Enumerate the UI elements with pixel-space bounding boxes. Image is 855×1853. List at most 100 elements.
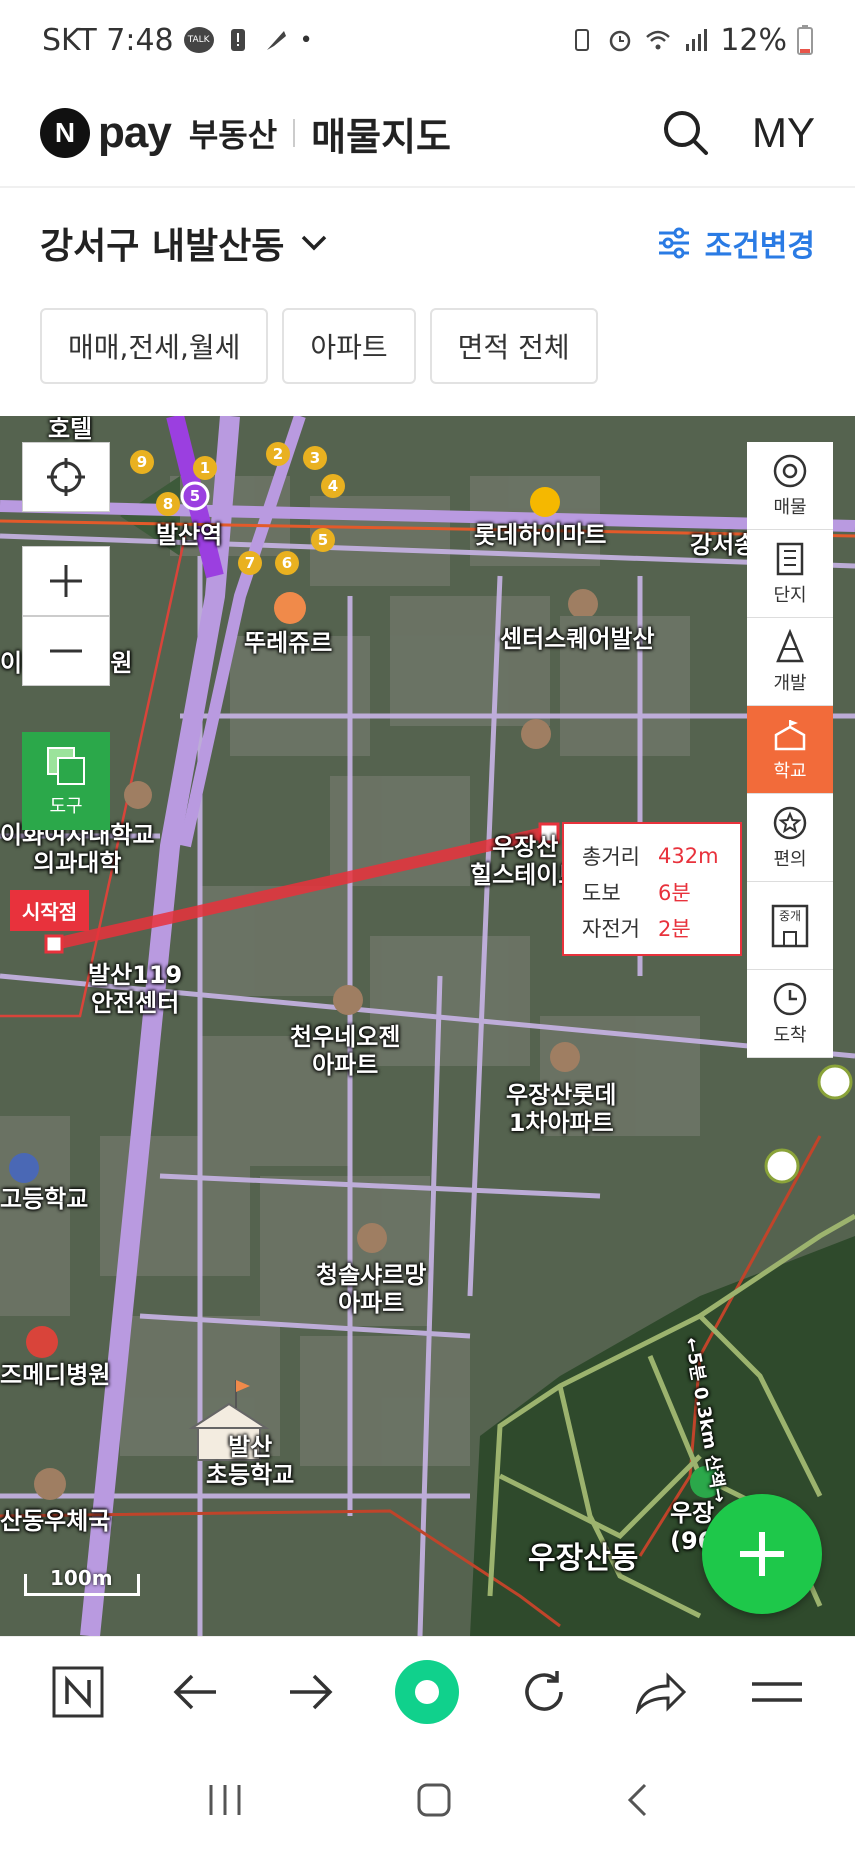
side-btn-complex[interactable]: 단지: [747, 530, 833, 618]
naver-logo[interactable]: N: [40, 108, 90, 158]
side-label-arrival: 도착: [773, 1024, 807, 1046]
arrow-left-icon: [173, 1674, 216, 1709]
label-woojang-lotte[interactable]: 우장산롯데 1차아파트: [506, 1081, 616, 1137]
green-dot-icon: [395, 1659, 460, 1724]
menu-button[interactable]: [737, 1652, 817, 1732]
search-icon[interactable]: [662, 109, 710, 157]
map-view[interactable]: 9 1 2 3 4 5 6 7 8 5 호텔 발산역 롯데하이마트 뚜레쥬르 센…: [0, 416, 855, 1636]
my-button[interactable]: MY: [752, 109, 815, 157]
plus-icon: [740, 1532, 784, 1576]
naver-n-icon: [52, 1666, 104, 1717]
side-btn-listings[interactable]: 매물: [747, 442, 833, 530]
naver-home-button[interactable]: [38, 1652, 118, 1732]
tool-label: 도구: [49, 796, 83, 817]
label-treju[interactable]: 뚜레쥬르: [244, 629, 332, 658]
side-btn-agent[interactable]: 중개: [747, 882, 833, 970]
dot-icon: •: [299, 27, 313, 53]
crosshair-icon: [47, 458, 85, 496]
label-medi-hospital[interactable]: 즈메디병원: [0, 1361, 110, 1390]
side-label-school: 학교: [773, 760, 807, 782]
school-icon: [774, 719, 806, 750]
clock-icon: [773, 982, 807, 1015]
label-balsan-station[interactable]: 발산역: [156, 521, 222, 550]
label-lotte-himart[interactable]: 롯데하이마트: [474, 521, 606, 550]
building-icon: [776, 542, 804, 575]
label-center-square[interactable]: 센터스퀘어발산: [500, 625, 655, 654]
forward-button[interactable]: [271, 1652, 351, 1732]
add-fab-button[interactable]: [702, 1494, 822, 1614]
zoom-in-button[interactable]: [22, 546, 110, 616]
filter-chip-area[interactable]: 면적 전체: [429, 308, 598, 384]
side-label-complex: 단지: [773, 584, 807, 606]
plus-icon: [50, 565, 82, 597]
route-info-box[interactable]: 총거리 432m 도보 6분 자전거 2분: [562, 822, 742, 956]
service-name[interactable]: 부동산: [189, 110, 277, 156]
alert-icon: [230, 29, 245, 51]
share-icon: [636, 1671, 687, 1714]
filter-chip-deal-type[interactable]: 매매,전세,월세: [40, 308, 269, 384]
route-start-tag[interactable]: 시작점: [10, 890, 90, 931]
tool-button[interactable]: 도구: [22, 732, 110, 830]
map-layer-menu: 매물 단지 개발 학교 편의 중개 도착: [747, 442, 833, 1058]
arrow-right-icon: [290, 1674, 333, 1709]
map-poi-icons: [9, 592, 853, 1500]
side-label-development: 개발: [773, 672, 807, 694]
alarm-icon: [610, 30, 631, 52]
label-post-office[interactable]: 산동우체국: [0, 1507, 110, 1536]
total-distance-label: 총거리: [582, 845, 640, 869]
kakaotalk-icon: TALK: [183, 27, 214, 53]
minus-icon: [50, 649, 82, 653]
browser-toolbar: [0, 1636, 855, 1746]
naver-green-dot-button[interactable]: [387, 1652, 467, 1732]
chevron-down-icon[interactable]: [300, 234, 328, 252]
label-balsan119[interactable]: 발산119 안전센터: [88, 961, 182, 1017]
label-cheonwoo[interactable]: 천우네오젠 아파트: [290, 1023, 400, 1079]
back-button[interactable]: [155, 1652, 235, 1732]
bike-value: 2분: [658, 917, 691, 941]
reload-button[interactable]: [504, 1652, 584, 1732]
side-label-listings: 매물: [773, 496, 807, 518]
side-btn-convenience[interactable]: 편의: [747, 794, 833, 882]
side-btn-development[interactable]: 개발: [747, 618, 833, 706]
feather-icon: [266, 31, 286, 50]
target-icon: [773, 454, 807, 487]
signal-icon: [686, 29, 708, 51]
status-bar: SKT 7:48 TALK • 12%: [0, 0, 855, 80]
location-title[interactable]: 강서구 내발산동: [40, 217, 284, 269]
system-nav-bar: [0, 1746, 855, 1853]
home-icon[interactable]: [416, 1782, 452, 1818]
svg-text:중개: 중개: [779, 909, 801, 923]
label-cheongsol[interactable]: 청솔샤르망 아파트: [316, 1261, 426, 1317]
my-location-button[interactable]: [22, 442, 110, 512]
status-time: SKT 7:48: [42, 22, 174, 58]
label-ewha-univ[interactable]: 이화여자대학교 의과대학: [0, 821, 155, 877]
sliders-icon: [658, 227, 689, 259]
header-divider: [293, 119, 296, 147]
side-label-convenience: 편의: [773, 848, 807, 870]
filter-chip-property-type[interactable]: 아파트: [282, 308, 416, 384]
share-button[interactable]: [620, 1652, 700, 1732]
condition-change-button[interactable]: 조건변경: [657, 221, 815, 265]
bike-label: 자전거: [582, 917, 640, 941]
label-balsan-elementary[interactable]: 발산 초등학교: [206, 1433, 294, 1489]
phone-icon: [575, 29, 590, 51]
side-btn-school[interactable]: 학교: [747, 706, 833, 794]
label-high-school[interactable]: 고등학교: [0, 1185, 88, 1214]
page-title: 매물지도: [311, 114, 451, 159]
side-btn-arrival[interactable]: 도착: [747, 970, 833, 1058]
zoom-out-button[interactable]: [22, 616, 110, 686]
pay-logo[interactable]: pay: [98, 108, 172, 158]
layers-icon: [47, 747, 85, 785]
walk-value: 6분: [658, 881, 691, 905]
scale-label: 100m: [50, 1566, 113, 1590]
label-woojangsan-dong[interactable]: 우장산동: [528, 1541, 638, 1577]
condition-change-label: 조건변경: [704, 229, 815, 264]
reload-icon: [525, 1670, 563, 1711]
label-hotel[interactable]: 호텔: [48, 416, 92, 444]
cone-icon: [776, 628, 804, 662]
battery-percent: 12%: [720, 22, 787, 58]
total-distance-value: 432m: [658, 844, 719, 868]
wifi-icon: [646, 30, 671, 50]
recent-apps-icon[interactable]: [207, 1783, 243, 1817]
back-nav-icon[interactable]: [625, 1782, 649, 1818]
